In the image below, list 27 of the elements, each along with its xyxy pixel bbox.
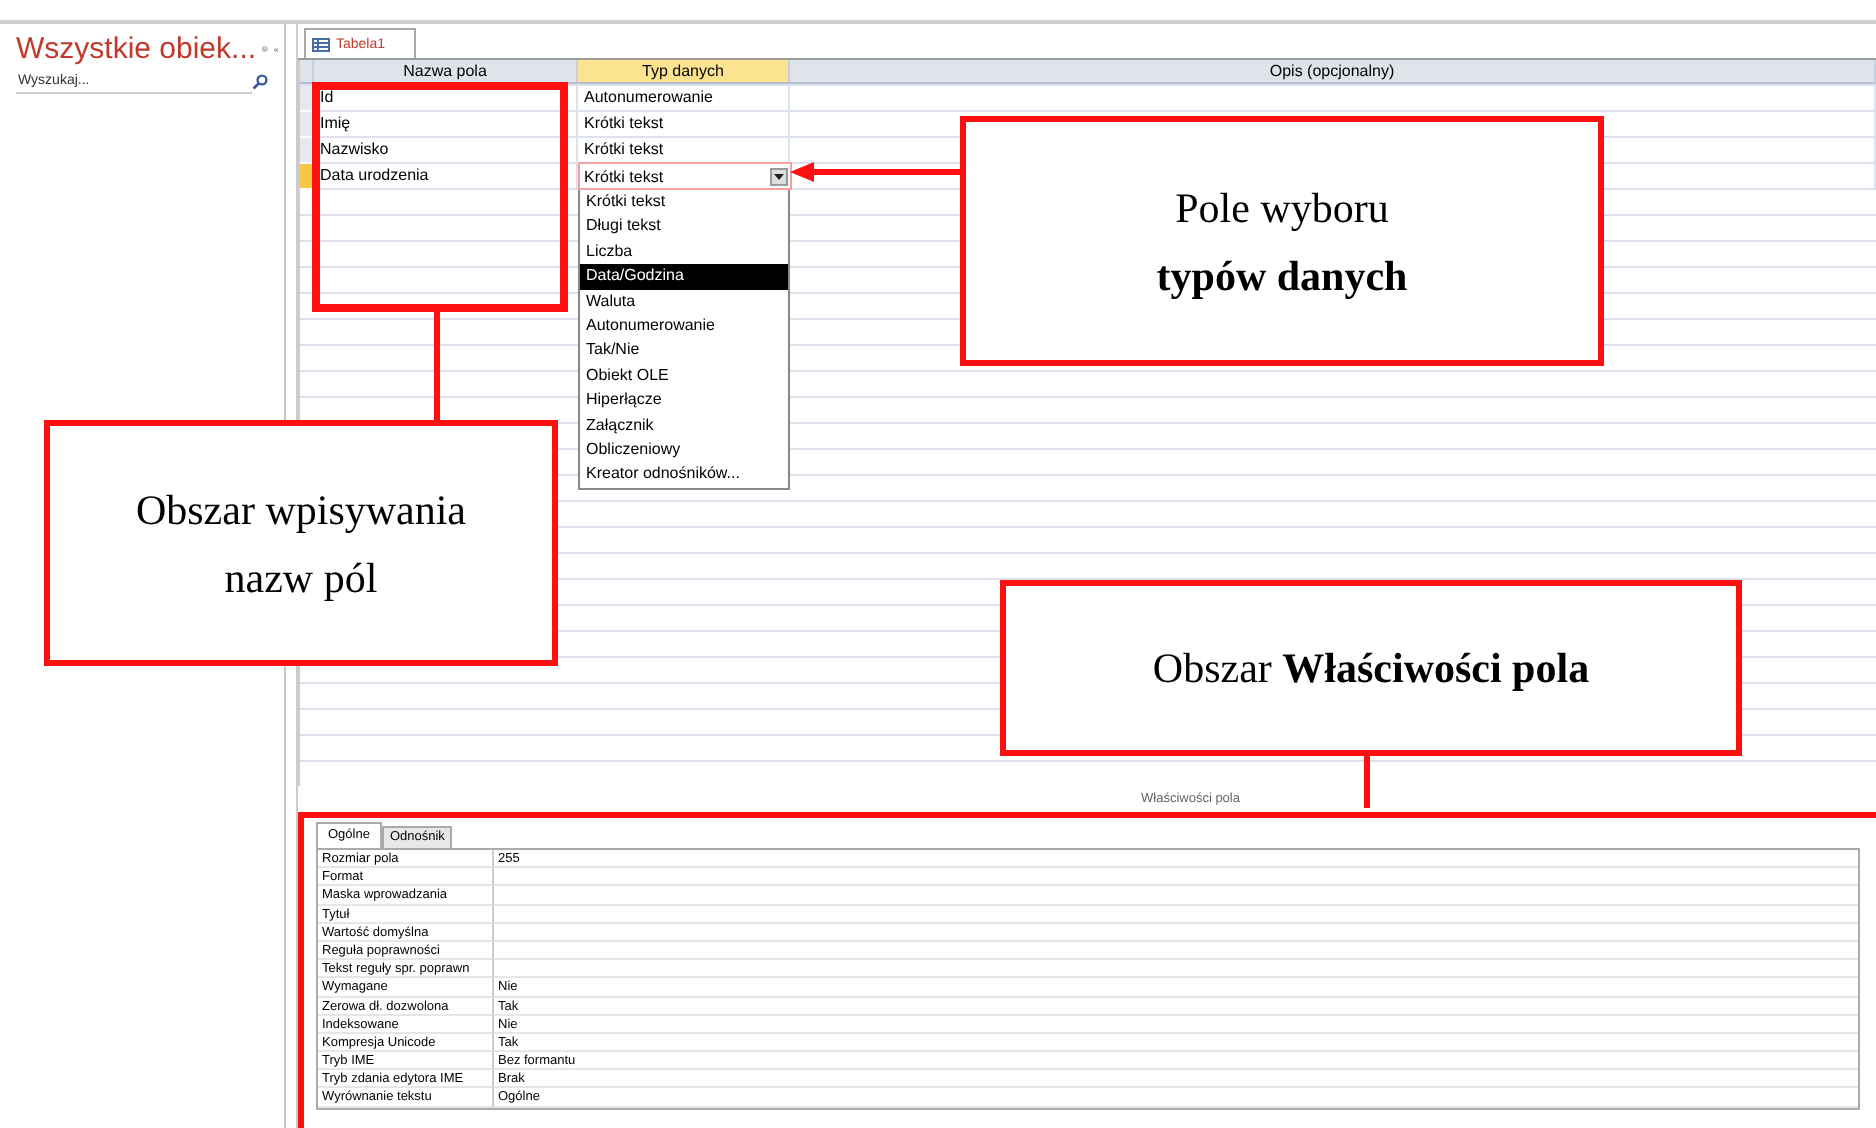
column-header: Typ danych (578, 60, 790, 84)
dropdown-option[interactable]: Data/Godzina (580, 264, 788, 290)
pane-title: Wszystkie obiek... (16, 32, 257, 66)
dropdown-option[interactable]: Załącznik (580, 413, 788, 438)
data-type-cell: Autonumerowanie (578, 86, 790, 112)
dropdown-option[interactable]: Obiekt OLE (580, 363, 788, 389)
dropdown-option[interactable]: Waluta (580, 289, 788, 314)
search-icon[interactable] (252, 74, 268, 90)
callout-text: Obszar Właściwości pola (1152, 642, 1590, 696)
dropdown-option[interactable]: Tak/Nie (580, 338, 788, 364)
dropdown-option[interactable]: Długi tekst (580, 214, 788, 240)
data-type-dropdown[interactable]: Krótki tekst (578, 162, 792, 190)
caret-icon (774, 173, 784, 179)
dropdown-value: Krótki tekst (584, 167, 666, 185)
column-header: Opis (opcjonalny) (790, 60, 1876, 84)
callout-text: Pole wyboru typów danych (1156, 181, 1408, 303)
table-icon (312, 37, 330, 51)
callout-text: Obszar wpisywania nazw pól (135, 483, 467, 605)
dropdown-option[interactable]: Kreator odnośników... (580, 462, 788, 488)
dropdown-option[interactable]: Liczba (580, 239, 788, 265)
dropdown-option[interactable]: Hiperłącze (580, 388, 788, 414)
dropdown-option[interactable]: Autonumerowanie (580, 313, 788, 339)
corner-cell[interactable] (300, 60, 314, 84)
column-header: Nazwa pola (314, 60, 578, 84)
dropdown-button[interactable] (770, 167, 788, 185)
dropdown-option[interactable]: Krótki tekst (580, 190, 788, 215)
dropdown-option[interactable]: Obliczeniowy (580, 437, 788, 463)
